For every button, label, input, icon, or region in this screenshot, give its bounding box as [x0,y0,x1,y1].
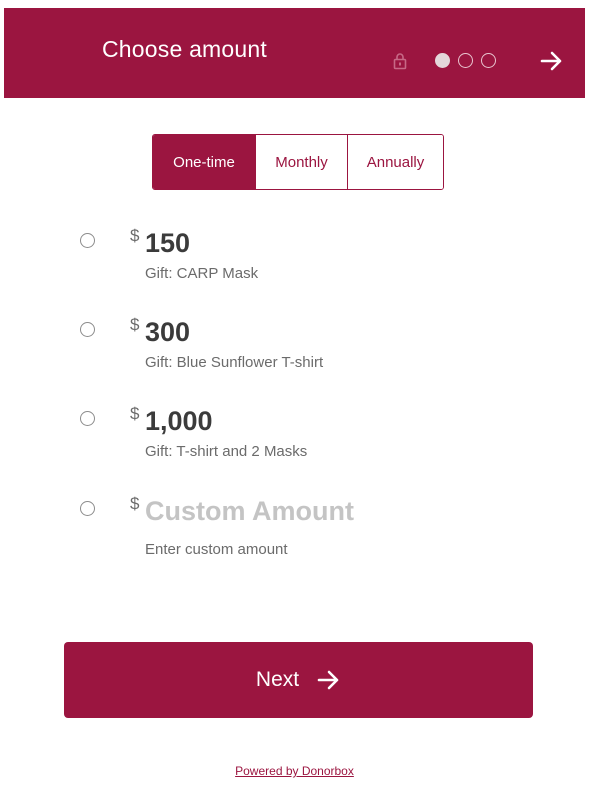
currency-symbol: $ [130,494,140,513]
lock-icon [393,53,407,70]
tab-one-time[interactable]: One-time [153,135,255,189]
amount-option-150[interactable]: $ 150 Gift: CARP Mask [0,224,589,294]
currency-symbol: $ [130,315,140,334]
amount-option-1000[interactable]: $ 1,000 Gift: T-shirt and 2 Masks [0,402,589,472]
gift-label: Gift: CARP Mask [145,265,259,282]
step-dot-3 [481,53,496,68]
amount-value: 1,000 [145,406,213,436]
step-dot-1 [435,53,450,68]
powered-by-link[interactable]: Powered by Donorbox [0,764,589,778]
amount-value: 300 [145,317,191,347]
step-dot-2 [458,53,473,68]
tab-annually[interactable]: Annually [347,135,443,189]
donation-form: Choose amount One-time Monthly Annually … [0,0,589,801]
tab-monthly[interactable]: Monthly [255,135,347,189]
currency-symbol: $ [130,226,140,245]
header-bar: Choose amount [4,8,585,98]
gift-label: Gift: Blue Sunflower T-shirt [145,354,324,371]
amount-value: 150 [145,228,191,258]
amount-radio[interactable] [80,233,95,248]
amount-radio[interactable] [80,322,95,337]
amount-option-300[interactable]: $ 300 Gift: Blue Sunflower T-shirt [0,313,589,383]
currency-symbol: $ [130,404,140,423]
frequency-tabs: One-time Monthly Annually [152,134,444,190]
custom-amount-input[interactable]: Custom Amount [145,496,354,527]
next-button-label: Next [255,668,300,691]
arrow-right-icon [317,670,339,690]
gift-label: Gift: T-shirt and 2 Masks [145,443,308,460]
amount-option-custom[interactable]: $ Custom Amount Enter custom amount [0,492,589,562]
custom-amount-hint: Enter custom amount [145,541,288,558]
amount-radio[interactable] [80,501,95,516]
arrow-right-icon[interactable] [540,50,564,72]
step-indicator [435,53,496,68]
amount-radio[interactable] [80,411,95,426]
page-title: Choose amount [102,36,267,62]
next-button[interactable]: Next [64,642,533,718]
